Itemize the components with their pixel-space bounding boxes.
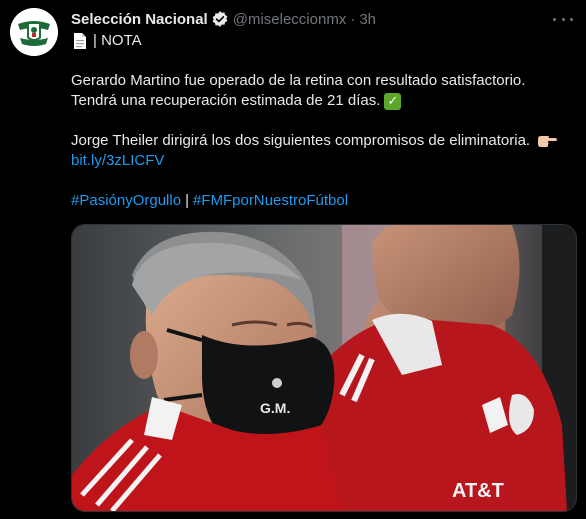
tweet-link[interactable]: bit.ly/3zLICFV: [71, 151, 164, 171]
hashtag-fmf[interactable]: #FMFporNuestroFútbol: [193, 191, 348, 211]
backhand-index-pointing-right-icon: [538, 136, 558, 147]
tweet-text-note: | NOTA: [71, 31, 571, 51]
hashtag-separator: |: [185, 192, 189, 209]
check-mark-button-icon: ✓: [384, 92, 402, 110]
tweet-text-body-2: Jorge Theiler dirigirá los dos siguiente…: [71, 131, 571, 171]
display-name[interactable]: Selección Nacional: [71, 11, 208, 28]
coach-photo-image: G.M. AT&T: [72, 225, 576, 511]
mask-text: G.M.: [260, 400, 290, 416]
body-line-3: Jorge Theiler dirigirá los dos siguiente…: [71, 132, 531, 149]
page-facing-up-icon: [74, 33, 86, 49]
verified-badge-icon: [212, 11, 228, 27]
tweet-hashtags: #PasiónyOrgullo | #FMFporNuestroFútbol: [71, 191, 571, 211]
user-handle[interactable]: @miseleccionmx: [233, 11, 347, 28]
tweet-header: Selección Nacional @miseleccionmx · 3h: [71, 9, 376, 29]
note-label: | NOTA: [93, 32, 142, 49]
shirt-sponsor: AT&T: [452, 480, 504, 502]
separator-dot: ·: [350, 10, 356, 28]
avatar[interactable]: [10, 8, 58, 56]
timestamp[interactable]: 3h: [359, 11, 376, 28]
federation-crest-icon: [10, 8, 58, 56]
body-line-1: Gerardo Martino fue operado de la retina…: [71, 72, 526, 89]
tweet-text-body: Gerardo Martino fue operado de la retina…: [71, 71, 571, 111]
body-line-2: Tendrá una recuperación estimada de 21 d…: [71, 92, 381, 109]
tweet[interactable]: Selección Nacional @miseleccionmx · 3h |…: [0, 0, 586, 519]
hashtag-pasion[interactable]: #PasiónyOrgullo: [71, 191, 181, 211]
tweet-photo[interactable]: G.M. AT&T: [71, 224, 577, 512]
more-options-icon[interactable]: [553, 10, 573, 28]
